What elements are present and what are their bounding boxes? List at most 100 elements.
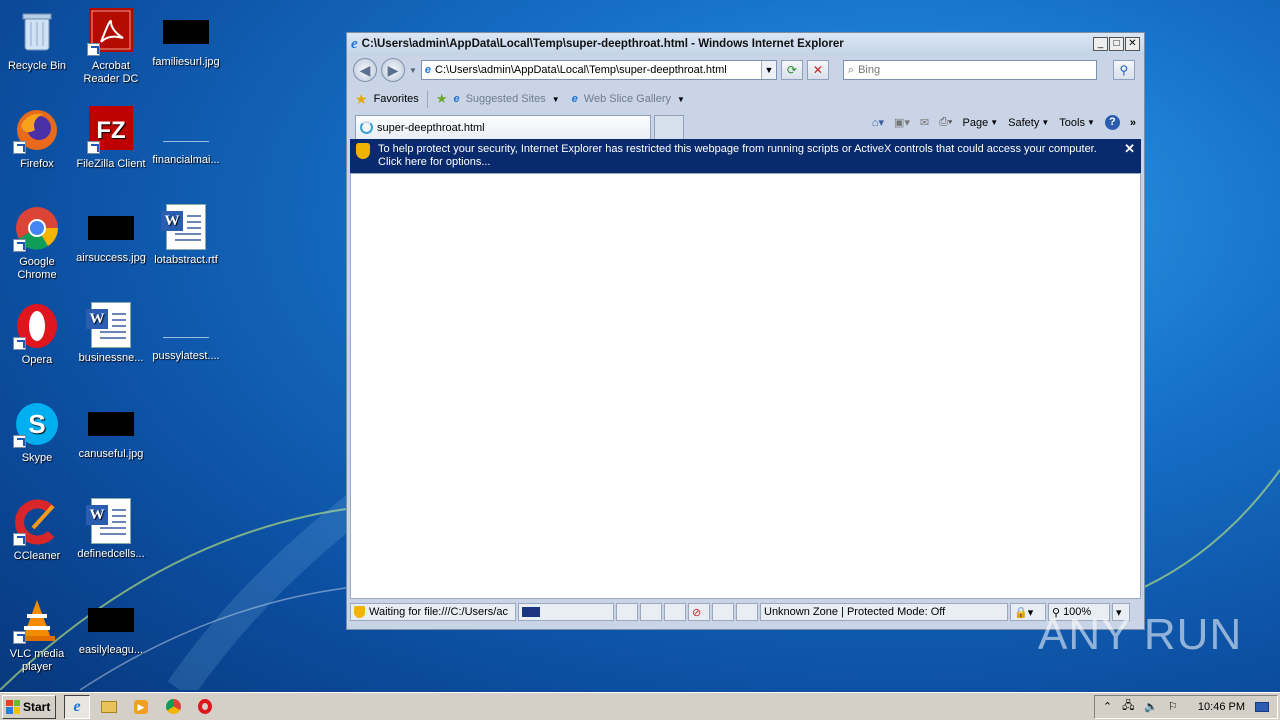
taskbar-ie-button[interactable]: e [64,694,90,719]
desktop-icon-pussylatest[interactable]: pussylatest.... [149,302,223,363]
ie-icon: e [73,697,81,715]
desktop-icon-skype[interactable]: S Skype [0,400,74,465]
start-button[interactable]: Start [2,694,56,719]
favorites-bar: ★ Favorites ★ e Suggested Sites ▼ e Web … [347,85,1144,113]
network-icon[interactable]: 🖧 [1122,697,1134,716]
help-icon[interactable]: ? [1104,115,1120,130]
show-desktop-icon[interactable] [1255,701,1269,712]
page-content-area[interactable] [350,173,1141,599]
bing-icon: ⌕ [847,63,855,76]
file-thumbnail-icon [163,314,209,338]
desktop-icon-label: pussylatest.... [152,350,220,362]
media-player-icon: ▶ [134,699,148,714]
search-input[interactable]: Bing [858,64,880,76]
desktop-icon-firefox[interactable]: Firefox [0,106,74,171]
desktop-icon-lotabstract[interactable]: W lotabstract.rtf [149,204,223,267]
desktop-icon-airsuccess[interactable]: airsuccess.jpg [74,204,148,265]
refresh-button[interactable]: ⟳ [780,60,803,80]
desktop-icon-vlc[interactable]: VLC media player [0,596,74,674]
desktop-icon-label: Skype [21,452,53,464]
tools-menu[interactable]: Tools [1059,117,1085,129]
loading-spinner-icon [360,121,373,134]
desktop-icon-filezilla[interactable]: FZ FileZilla Client [74,106,148,171]
recycle-bin-icon [13,8,61,56]
desktop-icon-label: VLC media player [9,648,65,673]
web-slice-gallery-link[interactable]: Web Slice Gallery [584,93,671,105]
search-button[interactable]: ⚲ [1112,60,1135,80]
desktop-icon-ccleaner[interactable]: CCleaner [0,498,74,563]
acrobat-icon [87,8,135,56]
desktop-icon-google-chrome[interactable]: Google Chrome [0,204,74,282]
taskbar: Start e ▶ ⌃ 🖧 🔈 ⚐ 10:46 PM [0,692,1280,720]
maximize-button[interactable]: □ [1109,37,1124,51]
recent-pages-chevron-icon[interactable]: ▼ [409,66,417,75]
stop-button[interactable]: ✕ [806,60,829,80]
forward-button[interactable]: ▶ [381,58,405,82]
feeds-icon[interactable]: ▣▾ [894,116,910,129]
new-tab-button[interactable] [654,115,684,139]
word-document-icon: W [86,302,131,348]
ie-titlebar[interactable]: e C:\Users\admin\AppData\Local\Temp\supe… [347,33,1144,55]
separator [426,90,428,108]
taskbar-media-player-button[interactable]: ▶ [128,695,154,719]
window-title: C:\Users\admin\AppData\Local\Temp\super-… [361,38,844,50]
suggested-sites-link[interactable]: Suggested Sites [466,93,546,105]
show-hidden-icons-icon[interactable]: ⌃ [1103,700,1112,713]
add-favorite-icon[interactable]: ★ [436,91,448,107]
taskbar-opera-button[interactable] [192,695,218,719]
desktop-icon-easilyleagu[interactable]: easilyleagu... [74,596,148,657]
word-document-icon: W [86,498,131,544]
desktop-icon-label: airsuccess.jpg [76,252,146,264]
zone-status[interactable]: Unknown Zone | Protected Mode: Off [760,603,1008,621]
close-button[interactable]: ✕ [1125,37,1140,51]
desktop-icon-businessne[interactable]: W businessne... [74,302,148,365]
desktop-icon-definedcells[interactable]: W definedcells... [74,498,148,561]
read-mail-icon[interactable]: ✉ [920,116,929,129]
search-icon: ⚲ [1119,63,1129,77]
chevron-down-icon: ▼ [676,94,685,104]
privacy-icon[interactable]: ⊘ [688,603,710,621]
taskbar-explorer-button[interactable] [96,695,122,719]
desktop-icon-canuseful[interactable]: canuseful.jpg [74,400,148,461]
ccleaner-icon [13,498,61,546]
print-icon[interactable]: ⎙▾ [939,116,952,129]
clock[interactable]: 10:46 PM [1198,701,1245,713]
security-info-bar[interactable]: To help protect your security, Internet … [350,139,1141,173]
info-bar-close-icon[interactable]: ✕ [1124,142,1135,155]
desktop-icon-acrobat[interactable]: Acrobat Reader DC [74,8,148,86]
page-menu[interactable]: Page [963,117,989,129]
address-dropdown-icon[interactable]: ▼ [760,61,776,79]
forward-arrow-icon: ▶ [387,62,399,78]
ie-window[interactable]: e C:\Users\admin\AppData\Local\Temp\supe… [346,32,1145,630]
address-input[interactable]: C:\Users\admin\AppData\Local\Temp\super-… [435,64,757,76]
home-icon[interactable]: ⌂▾ [872,116,884,129]
tab-super-deepthroat[interactable]: super-deepthroat.html [355,115,651,139]
desktop-icon-label: Recycle Bin [7,60,67,72]
minimize-button[interactable]: _ [1093,37,1108,51]
refresh-icon: ⟳ [786,63,797,77]
search-box[interactable]: ⌕ Bing [842,60,1097,80]
back-button[interactable]: ◀ [353,58,377,82]
desktop-icon-financialmai[interactable]: financialmai... [149,106,223,167]
chevron-down-icon: ▼ [1086,118,1095,127]
address-bar[interactable]: e C:\Users\admin\AppData\Local\Temp\supe… [420,60,777,80]
desktop-icon-familiesurl[interactable]: familiesurl.jpg [149,8,223,69]
status-cell [640,603,662,621]
more-chevron-icon[interactable]: » [1130,117,1136,129]
back-arrow-icon: ◀ [359,62,371,78]
taskbar-chrome-button[interactable] [160,695,186,719]
volume-icon[interactable]: 🔈 [1144,700,1158,713]
desktop-icon-recycle-bin[interactable]: Recycle Bin [0,8,74,73]
favorites-button[interactable]: Favorites [374,93,419,105]
desktop-icon-label: CCleaner [13,550,61,562]
filezilla-icon: FZ [87,106,135,154]
opera-icon [13,302,61,350]
desktop-icon-opera[interactable]: Opera [0,302,74,367]
stop-icon: ✕ [812,63,823,77]
action-center-flag-icon[interactable]: ⚐ [1168,700,1178,713]
page-icon: e [424,64,432,76]
status-shield-icon [354,606,365,618]
safety-menu[interactable]: Safety [1008,117,1039,129]
status-text: Waiting for file:///C:/Users/ac [369,606,508,618]
windows-flag-icon [6,699,20,714]
